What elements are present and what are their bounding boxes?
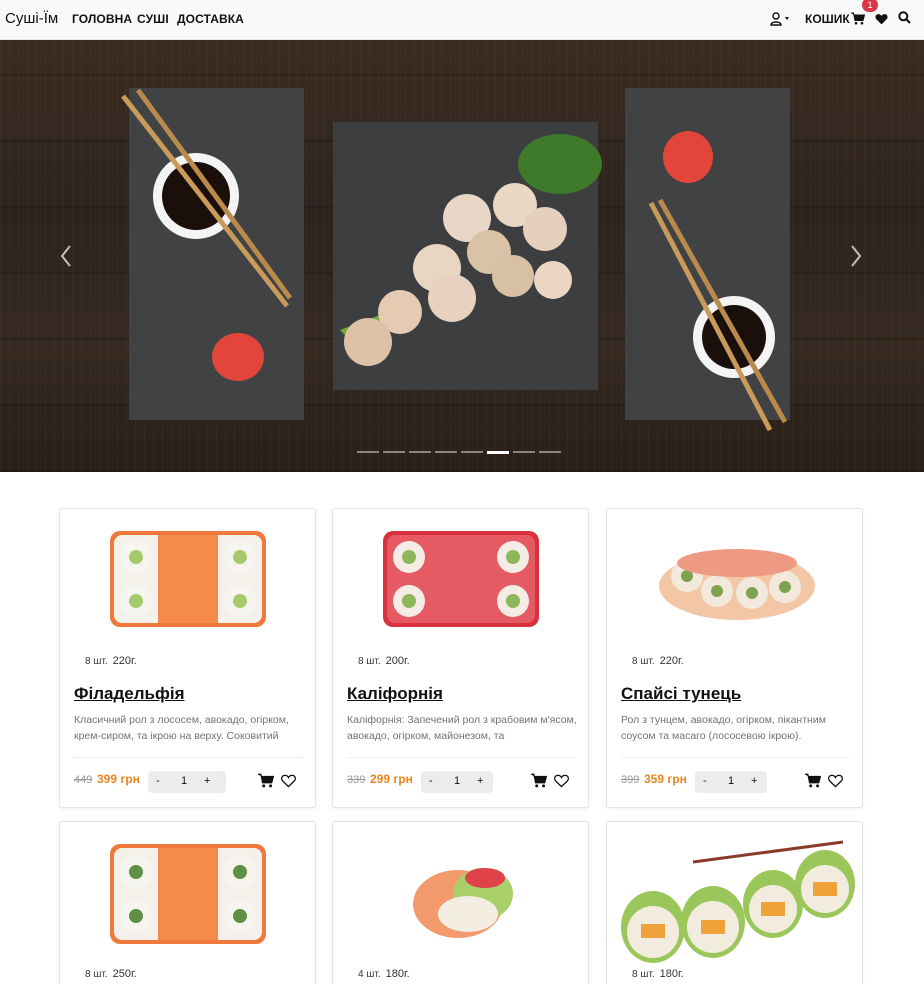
divider — [621, 757, 849, 758]
product-description: Класичний рол з лососем, авокадо, огірко… — [74, 714, 289, 742]
nav-link-delivery[interactable]: ДОСТАВКА — [177, 12, 244, 26]
increment-button[interactable]: + — [204, 775, 210, 787]
heart-outline-icon — [281, 774, 296, 788]
quantity-stepper: - 1 + — [148, 771, 226, 793]
cart-icon[interactable] — [851, 12, 866, 25]
chevron-left-icon — [60, 245, 71, 267]
favorites-heart-icon[interactable] — [875, 12, 888, 25]
search-icon[interactable] — [898, 11, 911, 24]
product-meta: 8 шт. 200г. — [358, 655, 410, 667]
carousel-indicator[interactable] — [409, 451, 431, 453]
divider — [74, 757, 302, 758]
add-to-cart-button[interactable] — [805, 773, 822, 788]
chevron-right-icon — [851, 245, 862, 267]
product-image — [621, 840, 855, 963]
hero-carousel[interactable] — [0, 40, 924, 472]
add-to-favorites-button[interactable] — [281, 774, 296, 788]
product-card[interactable]: 8 шт. 200г. Каліфорнія Каліфорнія: Запече… — [332, 508, 589, 808]
cart-icon — [531, 773, 548, 788]
add-to-favorites-button[interactable] — [554, 774, 569, 788]
product-card[interactable]: 8 шт. 220г. Спайсі тунець Рол з тунцем, а… — [606, 508, 863, 808]
user-icon — [770, 12, 789, 26]
old-price: 399 — [621, 774, 640, 786]
product-meta: 8 шт. 220г. — [85, 655, 137, 667]
divider — [347, 757, 575, 758]
cart-icon — [805, 773, 822, 788]
cart-count-badge: 1 — [862, 0, 878, 12]
carousel-next-button[interactable] — [846, 240, 866, 272]
product-title[interactable]: Філадельфія — [74, 684, 185, 704]
product-image — [110, 844, 266, 944]
carousel-prev-button[interactable] — [56, 240, 76, 272]
increment-button[interactable]: + — [751, 775, 757, 787]
product-image — [110, 531, 266, 627]
product-description: Каліфорнія: Запечений рол з крабовим м'я… — [347, 714, 577, 742]
nav-link-sushi[interactable]: СУШІ — [137, 12, 169, 26]
increment-button[interactable]: + — [477, 775, 483, 787]
quantity-value[interactable]: 1 — [728, 775, 734, 787]
decrement-button[interactable]: - — [156, 775, 160, 787]
product-image — [659, 549, 815, 620]
carousel-indicator[interactable] — [383, 451, 405, 453]
decrement-button[interactable]: - — [703, 775, 707, 787]
carousel-indicator[interactable] — [435, 451, 457, 453]
current-price: 299 грн — [370, 772, 413, 786]
top-navbar: Суші-Їм ГОЛОВНА СУШІ ДОСТАВКА КОШИК 1 — [0, 0, 924, 40]
hero-sushi-image — [121, 88, 790, 432]
product-meta: 4 шт. 180г. — [358, 968, 410, 980]
nav-link-home[interactable]: ГОЛОВНА — [72, 12, 132, 26]
carousel-indicator[interactable] — [357, 451, 379, 453]
quantity-value[interactable]: 1 — [181, 775, 187, 787]
product-meta: 8 шт. 220г. — [632, 655, 684, 667]
carousel-indicator[interactable] — [513, 451, 535, 453]
product-meta: 8 шт. 180г. — [632, 968, 684, 980]
product-card[interactable]: 8 шт. 250г. — [59, 821, 316, 984]
product-meta: 8 шт. 250г. — [85, 968, 137, 980]
product-image — [413, 868, 513, 938]
product-title[interactable]: Спайсі тунець — [621, 684, 741, 704]
current-price: 399 грн — [97, 772, 140, 786]
user-menu-button[interactable] — [770, 11, 796, 27]
product-card[interactable]: 4 шт. 180г. — [332, 821, 589, 984]
heart-outline-icon — [554, 774, 569, 788]
product-card[interactable]: 8 шт. 180г. — [606, 821, 863, 984]
product-title[interactable]: Каліфорнія — [347, 684, 443, 704]
quantity-stepper: - 1 + — [421, 771, 493, 793]
add-to-favorites-button[interactable] — [828, 774, 843, 788]
quantity-stepper: - 1 + — [695, 771, 767, 793]
product-card[interactable]: 8 шт. 220г. Філадельфія Класичний рол з л… — [59, 508, 316, 808]
product-image — [383, 531, 539, 627]
caret-down-icon — [785, 17, 789, 20]
carousel-indicator[interactable] — [539, 451, 561, 453]
quantity-value[interactable]: 1 — [454, 775, 460, 787]
product-description: Рол з тунцем, авокадо, огірком, пікантни… — [621, 714, 826, 742]
old-price: 339 — [347, 774, 366, 786]
carousel-indicator[interactable] — [461, 451, 483, 453]
carousel-indicator[interactable] — [487, 451, 509, 454]
old-price: 449 — [74, 774, 93, 786]
cart-icon — [258, 773, 275, 788]
current-price: 359 грн — [644, 772, 687, 786]
decrement-button[interactable]: - — [429, 775, 433, 787]
add-to-cart-button[interactable] — [531, 773, 548, 788]
add-to-cart-button[interactable] — [258, 773, 275, 788]
cart-link[interactable]: КОШИК — [805, 12, 850, 26]
heart-outline-icon — [828, 774, 843, 788]
brand-logo[interactable]: Суші-Їм — [5, 10, 58, 27]
